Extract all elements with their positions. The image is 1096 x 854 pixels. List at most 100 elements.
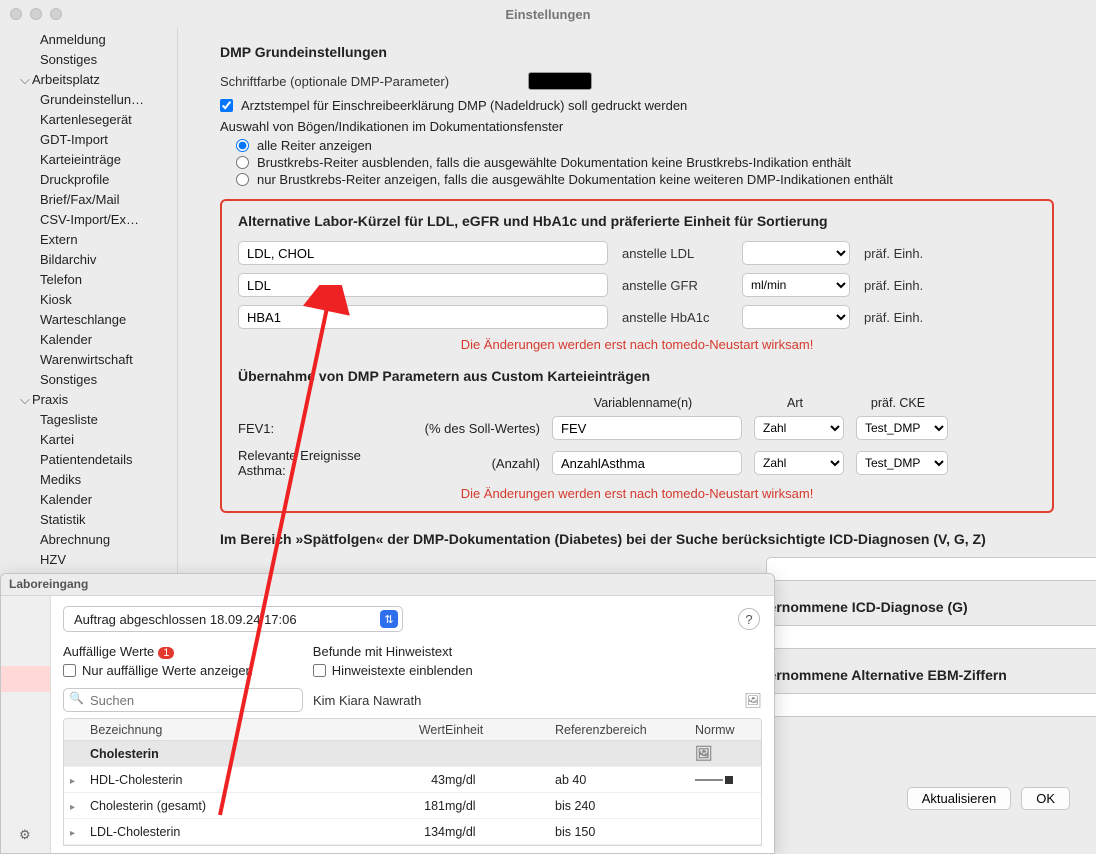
sidebar-item[interactable]: Telefon: [0, 270, 177, 290]
disclosure-icon[interactable]: [70, 773, 90, 787]
hba-instead-label: anstelle HbA1c: [622, 310, 728, 325]
pref-unit-label: präf. Einh.: [864, 246, 923, 261]
sidebar-item[interactable]: Druckprofile: [0, 170, 177, 190]
sidebar-item[interactable]: Mediks: [0, 470, 177, 490]
gear-icon[interactable]: ⚙: [19, 827, 31, 843]
hba-alt-input[interactable]: [238, 305, 608, 329]
stamp-label: Arztstempel für Einschreibeerklärung DMP…: [241, 98, 687, 113]
ldl-alt-input[interactable]: [238, 241, 608, 265]
sidebar-item[interactable]: Kartei: [0, 430, 177, 450]
table-row[interactable]: HDL-Cholesterin 43 mg/dl ab 40: [64, 767, 761, 793]
sidebar-item[interactable]: Sonstiges: [0, 370, 177, 390]
overlay-sidebar: ⚙: [1, 596, 51, 853]
disclosure-icon[interactable]: [70, 799, 90, 813]
asthma-cke-select[interactable]: Test_DMP: [856, 451, 948, 475]
ldl-instead-label: anstelle LDL: [622, 246, 728, 261]
auftrag-combo[interactable]: Auftrag abgeschlossen 18.09.24 17:06 ⇅: [63, 606, 403, 632]
norm-indicator: [695, 776, 755, 784]
overlay-sidebar-highlight[interactable]: [1, 666, 50, 692]
radio-all-tabs[interactable]: [236, 139, 249, 152]
sidebar-item[interactable]: Statistik: [0, 510, 177, 530]
hinweistext-checkbox[interactable]: [313, 664, 326, 677]
fev-art-select[interactable]: Zahl: [754, 416, 844, 440]
ok-button[interactable]: OK: [1021, 787, 1070, 810]
help-button[interactable]: ?: [738, 608, 760, 630]
image-icon[interactable]: 🖼: [744, 692, 762, 709]
sidebar-item[interactable]: Bildarchiv: [0, 250, 177, 270]
th-einheit[interactable]: Einheit: [445, 723, 555, 737]
disclosure-icon[interactable]: [70, 825, 90, 839]
th-ref[interactable]: Referenzbereich: [555, 723, 695, 737]
table-group-row[interactable]: Cholesterin 🖼: [64, 741, 761, 767]
sidebar-item[interactable]: Kalender: [0, 490, 177, 510]
icd-input-1[interactable]: [766, 557, 1096, 581]
restart-note: Die Änderungen werden erst nach tomedo-N…: [238, 337, 1036, 352]
sidebar-group-arbeitsplatz[interactable]: Arbeitsplatz: [0, 70, 177, 90]
asthma-label: Relevante Ereignisse Asthma:: [238, 448, 408, 478]
table-row[interactable]: LDL-Cholesterin 134 mg/dl bis 150: [64, 819, 761, 845]
ldl-unit-select[interactable]: [742, 241, 850, 265]
image-icon: 🖼: [695, 745, 755, 762]
sidebar-item[interactable]: Warenwirtschaft: [0, 350, 177, 370]
fev-label2: (% des Soll-Wertes): [420, 421, 540, 436]
lab-table: Bezeichnung Wert Einheit Referenzbereich…: [63, 718, 762, 846]
befunde-title: Befunde mit Hinweistext: [313, 644, 473, 659]
abnormal-title: Auffällige Werte1: [63, 644, 253, 659]
sidebar-item[interactable]: Brief/Fax/Mail: [0, 190, 177, 210]
spaetfolgen-title: Im Bereich »Spätfolgen« der DMP-Dokument…: [220, 531, 1054, 547]
aux-label: Auswahl von Bögen/Indikationen im Dokume…: [220, 119, 1054, 134]
combo-arrows-icon: ⇅: [380, 610, 398, 628]
lab-search-input[interactable]: [63, 688, 303, 712]
highlighted-settings-box: Alternative Labor-Kürzel für LDL, eGFR u…: [220, 199, 1054, 513]
sidebar-item[interactable]: Grundeinstellun…: [0, 90, 177, 110]
sidebar-item[interactable]: Karteieinträge: [0, 150, 177, 170]
sidebar-item[interactable]: Patientendetails: [0, 450, 177, 470]
lab-overlay-window: Laboreingang ⚙ Auftrag abgeschlossen 18.…: [0, 573, 775, 854]
sidebar-item[interactable]: Kartenlesegerät: [0, 110, 177, 130]
section-dmp-title: DMP Grundeinstellungen: [220, 44, 1054, 60]
col-cke: präf. CKE: [852, 396, 944, 410]
gfr-instead-label: anstelle GFR: [622, 278, 728, 293]
fev-label: FEV1:: [238, 421, 408, 436]
sidebar-item[interactable]: Anmeldung: [0, 30, 177, 50]
table-row[interactable]: Cholesterin (gesamt) 181 mg/dl bis 240: [64, 793, 761, 819]
sidebar-item[interactable]: Kalender: [0, 330, 177, 350]
gfr-alt-input[interactable]: [238, 273, 608, 297]
sidebar-item[interactable]: Extern: [0, 230, 177, 250]
refresh-button[interactable]: Aktualisieren: [907, 787, 1011, 810]
pref-unit-label: präf. Einh.: [864, 278, 923, 293]
sidebar-item[interactable]: GDT-Import: [0, 130, 177, 150]
th-name[interactable]: Bezeichnung: [90, 723, 375, 737]
pref-unit-label: präf. Einh.: [864, 310, 923, 325]
fontcolor-picker[interactable]: [528, 72, 592, 90]
icd-input-2[interactable]: [766, 625, 1096, 649]
asthma-var-input[interactable]: [552, 451, 742, 475]
radio-only-brustkrebs[interactable]: [236, 173, 249, 186]
sidebar-item[interactable]: Sonstiges: [0, 50, 177, 70]
sidebar-item[interactable]: Abrechnung: [0, 530, 177, 550]
window-title: Einstellungen: [0, 7, 1096, 22]
fev-var-input[interactable]: [552, 416, 742, 440]
ebm-input[interactable]: [766, 693, 1096, 717]
sidebar-group-praxis[interactable]: Praxis: [0, 390, 177, 410]
th-wert[interactable]: Wert: [375, 723, 445, 737]
asthma-art-select[interactable]: Zahl: [754, 451, 844, 475]
sidebar-item[interactable]: Kiosk: [0, 290, 177, 310]
fev-cke-select[interactable]: Test_DMP: [856, 416, 948, 440]
radio-hide-brustkrebs[interactable]: [236, 156, 249, 169]
asthma-label2: (Anzahl): [420, 456, 540, 471]
abnormal-only-checkbox[interactable]: [63, 664, 76, 677]
hba-unit-select[interactable]: [742, 305, 850, 329]
sidebar-item[interactable]: CSV-Import/Ex…: [0, 210, 177, 230]
abnormal-badge: 1: [158, 647, 174, 659]
th-norm[interactable]: Normw: [695, 723, 755, 737]
restart-note: Die Änderungen werden erst nach tomedo-N…: [238, 486, 1036, 501]
gfr-unit-select[interactable]: ml/min: [742, 273, 850, 297]
sidebar-item[interactable]: Tagesliste: [0, 410, 177, 430]
sidebar-item[interactable]: HZV: [0, 550, 177, 570]
sidebar-item[interactable]: Warteschlange: [0, 310, 177, 330]
stamp-checkbox[interactable]: [220, 99, 233, 112]
patient-name: Kim Kiara Nawrath: [313, 693, 421, 708]
param-title: Übernahme von DMP Parametern aus Custom …: [238, 368, 1036, 384]
overlay-title: Laboreingang: [1, 574, 774, 596]
